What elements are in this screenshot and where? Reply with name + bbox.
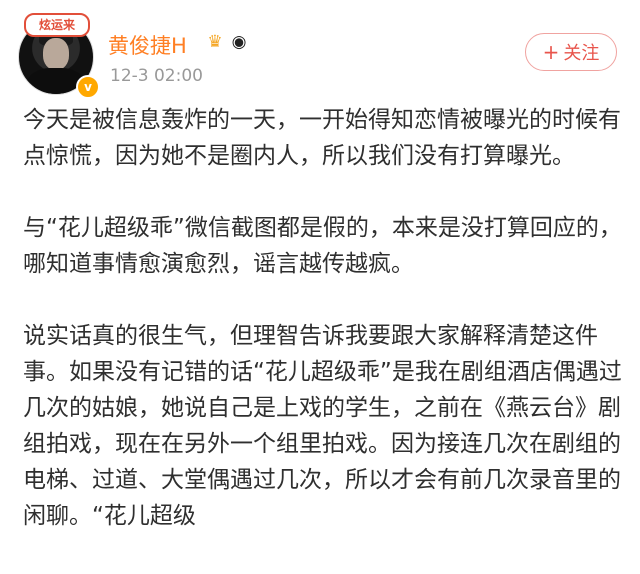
post-paragraph: 与“花儿超级乖”微信截图都是假的，本来是没打算回应的，哪知道事情愈演愈烈，谣言越… <box>23 215 622 277</box>
post-paragraph: 今天是被信息轰炸的一天，一开始得知恋情被曝光的时候有点惊慌，因为她不是圈内人，所… <box>23 107 621 169</box>
author-badges: ♛ ◉ <box>204 31 250 55</box>
crown-icon[interactable]: ♛ <box>204 31 226 53</box>
avatar-face <box>43 38 69 70</box>
avatar-banner: 炫运来 <box>24 13 90 37</box>
post-timestamp: 12-3 02:00 <box>110 66 203 86</box>
verified-icon: v <box>76 75 100 99</box>
post-content: 今天是被信息轰炸的一天，一开始得知恋情被曝光的时候有点惊慌，因为她不是圈内人，所… <box>23 102 623 534</box>
follow-label: 关注 <box>563 43 600 64</box>
follow-button[interactable]: + 关注 <box>525 33 617 71</box>
panda-icon[interactable]: ◉ <box>228 31 250 53</box>
post-header: 炫运来 v 黄俊捷H ♛ ◉ 12-3 02:00 + 关注 <box>0 0 640 100</box>
author-name[interactable]: 黄俊捷H <box>108 30 187 60</box>
avatar[interactable]: 炫运来 v <box>18 13 100 99</box>
plus-icon: + <box>542 40 560 64</box>
post-paragraph: 说实话真的很生气，但理智告诉我要跟大家解释清楚这件事。如果没有记错的话“花儿超级… <box>23 323 622 529</box>
